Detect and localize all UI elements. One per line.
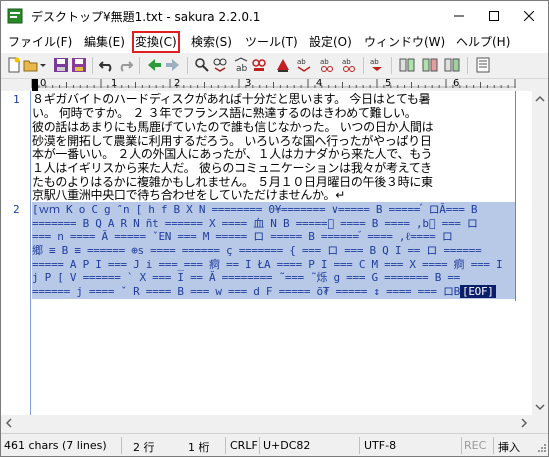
scrollbar-corner [532,415,548,432]
garbled-line: [ｗｍ K o C g ″n [ h f B X N ======== 0¥==… [32,203,478,216]
open-dropdown-icon[interactable] [39,57,49,73]
text-line: 彼の話はあまりにも馬鹿げていたので誰も信じなかった。 いつの日か人間は [32,121,434,134]
new-file-icon[interactable] [6,57,22,73]
status-bar: 461 chars (7 lines) 2 行 1 桁 CRLF U+DC82 … [1,433,548,456]
svg-text:ab: ab [297,58,306,66]
menu-window[interactable]: ウィンドウ(W) [364,34,445,50]
jump-forward-icon[interactable] [165,57,181,73]
garbled-line: ======= B Q A R N ñt ====== X ==== 血 N B… [32,217,478,230]
svg-text:ab: ab [342,58,351,66]
status-char-count: 461 chars (7 lines) [4,439,107,452]
garbled-line: ===== A P I === J i ===_=== 痾 == I ŁA ==… [32,258,503,271]
menu-file[interactable]: ファイル(F) [8,34,72,50]
text-line: ８ギガバイトのハードディスクがあれば十分だと思います。 今日はとても暑 [32,93,431,106]
ruler-mark: 5 [385,78,392,89]
menu-search[interactable]: 検索(S) [191,34,232,50]
text-line: 本が一番いい。 ２人の外国人にあったが、１人はカナダから来た人で、もう [32,148,433,161]
menu-edit[interactable]: 編集(E) [84,34,125,50]
status-eol[interactable]: CRLF [230,439,258,452]
svg-text:ab: ab [236,64,248,73]
garbled-line: 郷 ≡ B ≡ ====== ⊕s ==== ====== ç ======= … [32,244,482,257]
find-next-icon[interactable]: ab [233,57,249,73]
app-window: デスクトップ¥無題1.txt - sakura 2.2.0.1 ファイル(F) … [0,0,549,457]
text-line: たものよりはるかに複雑かもしれません。 ５月１０日月曜日の午後３時に東 [32,176,433,189]
eof-marker: [EOF] [460,285,496,298]
menu-settings[interactable]: 設定(O) [309,34,352,50]
status-row: 2 行 [133,441,155,454]
menu-bar: ファイル(F) 編集(E) 変換(C) 検索(S) ツール(T) 設定(O) ウ… [1,31,548,53]
status-char-code: U+DC82 [263,439,311,452]
diff-icon[interactable] [399,57,415,73]
svg-text:ab: ab [320,58,329,66]
vertical-scrollbar[interactable] [532,91,548,415]
text-editor[interactable]: 1 2 ８ギガバイトのハードディスクがあれば十分だと思います。 今日はとても暑 … [1,91,532,415]
window-title: デスクトップ¥無題1.txt - sakura 2.2.0.1 [31,10,261,24]
grep-icon[interactable]: ab [296,57,312,73]
undo-icon[interactable] [99,57,115,73]
text-line: 京駅八重洲中央口で待ち合わせをしていただけませんか。↵ [32,189,345,202]
menu-help[interactable]: ヘルプ(H) [456,34,510,50]
status-insert-mode[interactable]: 挿入 [498,439,520,455]
garbled-line-text: ====== j ==== ˇ R ==== B === w === d F =… [32,285,460,298]
minimize-button[interactable] [441,1,477,31]
line-number: 1 [13,93,20,106]
ruler: 0 1 2 3 4 5 6 [1,78,548,91]
find-prev-icon[interactable] [212,57,228,73]
menu-convert[interactable]: 変換(C) [132,31,180,53]
garbled-line-last: ====== j ==== ˇ R ==== B === w === d F =… [32,285,516,298]
open-folder-icon[interactable] [23,57,39,73]
text-line: 砂漠を開拓して農業に利用するだろう。 いろいろな国へ行ったがやっぱり日 [32,135,432,148]
settings-icon[interactable] [475,57,491,73]
ruler-mark: 1 [111,78,118,89]
text-area[interactable]: ８ギガバイトのハードディスクがあれば十分だと思います。 今日はとても暑 い。 何… [32,91,516,415]
ruler-mark: 3 [245,78,252,89]
view-split-icon[interactable] [422,57,438,73]
ruler-mark: 4 [316,78,323,89]
save-icon[interactable] [53,57,69,73]
horizontal-scrollbar[interactable] [1,415,532,432]
status-encoding[interactable]: UTF-8 [364,439,396,452]
ruler-mark: 2 [174,78,181,89]
status-column: 1 桁 [188,441,210,454]
ruler-mark: 6 [453,78,460,89]
menu-tools[interactable]: ツール(T) [245,34,298,50]
save-all-icon[interactable] [71,57,87,73]
outline-icon[interactable]: ab [341,57,357,73]
wrap-column-marker [515,91,516,301]
svg-text:ab: ab [370,58,379,66]
garbled-line: === n ==== Ă ===== ˇΕN === M ===== ロ ===… [32,230,453,243]
ruler-mark: 0 [40,78,47,89]
maximize-button[interactable] [476,1,512,31]
view-merge-icon[interactable] [444,57,460,73]
text-line: １人はイギリスから来た人だ。 彼らのコミュニケーションは我々が考えてき [32,162,432,175]
status-rec: REC [464,439,487,452]
line-number-gutter: 1 2 [1,91,29,415]
compare-icon[interactable]: ab [369,57,385,73]
garbled-line: j P [ V ====== ` X === I == Ă ======== ̃… [32,271,460,284]
jump-back-icon[interactable] [146,57,162,73]
line-number: 2 [13,203,20,216]
close-button[interactable] [511,1,547,31]
redo-icon[interactable] [117,57,133,73]
replace-icon[interactable] [251,57,267,73]
find-icon[interactable] [194,57,210,73]
app-icon [7,8,23,24]
gutter-divider [30,91,31,415]
resize-grip-icon[interactable] [535,443,547,455]
toolbar: ab ab ab ab ab [1,53,548,79]
text-line: い。 何時ですか。 ２ ３年でフランス語に熟達するのはきわめて難しい。 [32,107,417,120]
mark-icon[interactable] [275,57,291,73]
title-bar[interactable]: デスクトップ¥無題1.txt - sakura 2.2.0.1 [1,1,548,31]
tag-jump-icon[interactable]: ab [319,57,335,73]
